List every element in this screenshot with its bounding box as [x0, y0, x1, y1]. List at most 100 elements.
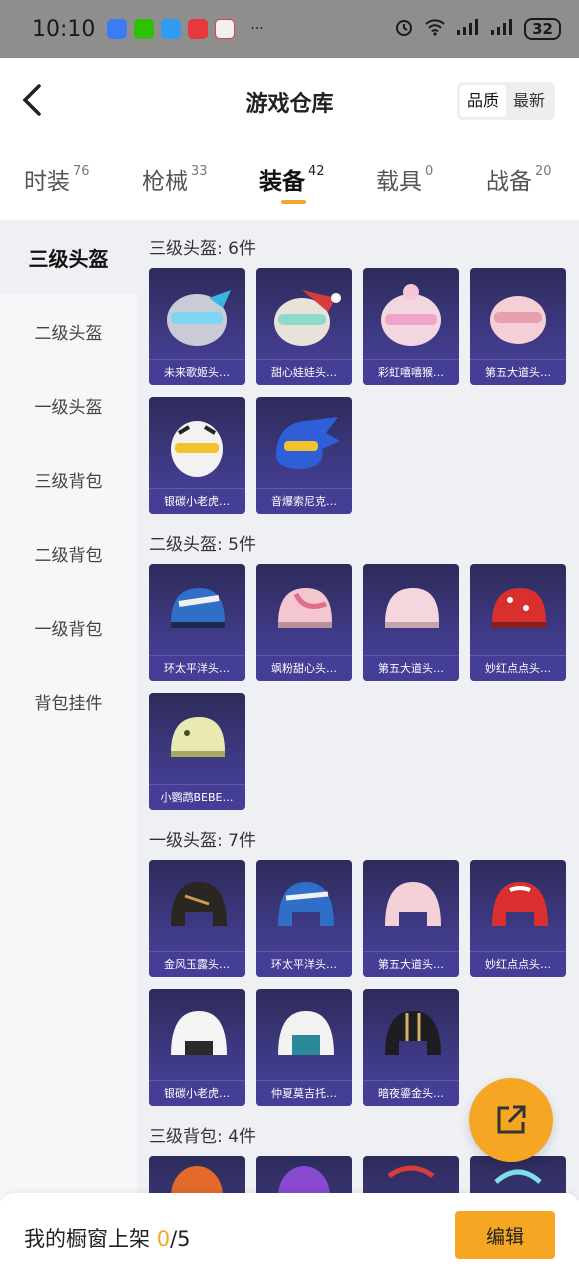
helmet-icon [278, 1011, 334, 1055]
item-card[interactable]: 暗夜鎏金头… [363, 989, 459, 1106]
item-name: 银碳小老虎… [149, 488, 245, 514]
item-name: 小鹦鹉BEBE… [149, 784, 245, 810]
item-card[interactable]: 环太平洋头… [256, 860, 352, 977]
tab-vehicles[interactable]: 载具 0 [376, 162, 433, 196]
tab-supplies[interactable]: 战备 20 [486, 162, 552, 196]
tab-label: 载具 [376, 169, 422, 195]
item-card[interactable]: 金风玉露头… [149, 860, 245, 977]
sidebar-item-backpack-charm[interactable]: 背包挂件 [0, 664, 137, 738]
item-card[interactable]: 仲夏莫吉托… [256, 989, 352, 1106]
item-card[interactable]: 音爆索尼克… [256, 397, 352, 514]
external-link-icon [497, 1105, 526, 1134]
item-card[interactable]: 彩虹嘻嘻猴… [363, 268, 459, 385]
wechat-app-icon [134, 19, 155, 39]
helmet-icon [276, 417, 340, 469]
sort-newest-option[interactable]: 最新 [506, 85, 552, 117]
section-title: 一级头盔: 7件 [149, 831, 256, 851]
sidebar-item-level1-backpack[interactable]: 一级背包 [0, 590, 137, 664]
showcase-status: 我的橱窗上架 0/5 [24, 1223, 191, 1253]
tab-equipment[interactable]: 装备 42 [259, 162, 325, 196]
tab-label: 时装 [24, 169, 70, 195]
sidebar-item-level3-backpack[interactable]: 三级背包 [0, 442, 137, 516]
item-card[interactable]: 第五大道头… [363, 860, 459, 977]
sidebar-item-level1-helmet[interactable]: 一级头盔 [0, 368, 137, 442]
system-status: 32 [394, 17, 561, 41]
item-card[interactable]: 妙红点点头… [470, 564, 566, 681]
tab-count: 42 [308, 164, 325, 179]
tab-count: 33 [191, 164, 208, 179]
helmet-icon [490, 296, 546, 344]
item-card[interactable]: 第五大道头… [470, 268, 566, 385]
item-name: 仲夏莫吉托… [256, 1080, 352, 1106]
helmet-icon [278, 882, 334, 926]
tab-weapons[interactable]: 枪械 33 [142, 162, 208, 196]
alarm-icon [394, 17, 414, 41]
status-bar: 10:10 ··· 32 [0, 0, 579, 58]
active-tab-indicator [281, 200, 306, 204]
wifi-icon [424, 18, 446, 40]
header: 游戏仓库 品质 最新 [0, 58, 579, 144]
share-button[interactable] [469, 1078, 553, 1162]
tab-label: 战备 [486, 169, 532, 195]
signal-icon [456, 18, 480, 40]
message-app-icon [161, 19, 182, 39]
item-name: 暗夜鎏金头… [363, 1080, 459, 1106]
sort-toggle: 品质 最新 [456, 82, 555, 120]
item-card[interactable]: 甜心娃娃头… [256, 268, 352, 385]
helmet-icon [492, 882, 548, 926]
item-name: 彩虹嘻嘻猴… [363, 359, 459, 385]
sidebar-item-level2-helmet[interactable]: 二级头盔 [0, 294, 137, 368]
showcase-label: 我的橱窗上架 [24, 1227, 157, 1251]
item-card[interactable]: 飒粉甜心头… [256, 564, 352, 681]
item-name: 妙红点点头… [470, 951, 566, 977]
item-name: 环太平洋头… [149, 655, 245, 681]
helmet-icon [274, 290, 341, 346]
helmet-icon [381, 284, 441, 346]
item-card[interactable]: 环太平洋头… [149, 564, 245, 681]
item-name: 甜心娃娃头… [256, 359, 352, 385]
more-notifications: ··· [250, 21, 264, 37]
tab-fashion[interactable]: 时装 76 [24, 162, 90, 196]
tab-label: 装备 [259, 169, 305, 195]
item-card[interactable]: 未来歌姬头… [149, 268, 245, 385]
item-name: 未来歌姬头… [149, 359, 245, 385]
item-card[interactable]: 小鹦鹉BEBE… [149, 693, 245, 810]
category-tabs: 时装 76 枪械 33 装备 42 载具 0 战备 20 [0, 144, 579, 220]
showcase-current-count: 0 [156, 1227, 171, 1251]
helmet-icon [492, 588, 546, 628]
battery-indicator: 32 [524, 18, 561, 40]
notification-icons: ··· [107, 19, 264, 39]
helmet-icon [171, 717, 225, 757]
sidebar-item-level2-backpack[interactable]: 二级背包 [0, 516, 137, 590]
sidebar-item-level3-helmet[interactable]: 三级头盔 [0, 220, 137, 294]
item-card[interactable]: 妙红点点头… [470, 860, 566, 977]
edit-button[interactable]: 编辑 [455, 1211, 555, 1259]
item-name: 第五大道头… [470, 359, 566, 385]
shop-app-icon [215, 19, 236, 39]
helmet-icon [171, 1011, 227, 1055]
item-card[interactable]: 银碳小老虎… [149, 397, 245, 514]
subcategory-sidebar: 三级头盔 二级头盔 一级头盔 三级背包 二级背包 一级背包 背包挂件 [0, 220, 137, 1200]
helmet-icon [385, 588, 439, 628]
helmet-icon [171, 882, 227, 926]
item-name: 环太平洋头… [256, 951, 352, 977]
section-title: 三级头盔: 6件 [149, 239, 256, 259]
showcase-total-count: /5 [170, 1227, 191, 1251]
item-card[interactable]: 第五大道头… [363, 564, 459, 681]
section-title: 三级背包: 4件 [149, 1127, 256, 1147]
item-name: 音爆索尼克… [256, 488, 352, 514]
helmet-icon [278, 588, 332, 628]
item-name: 第五大道头… [363, 951, 459, 977]
helmet-icon [385, 1011, 441, 1055]
item-name: 飒粉甜心头… [256, 655, 352, 681]
tab-count: 20 [535, 164, 552, 179]
tab-count: 0 [425, 164, 434, 179]
item-name: 银碳小老虎… [149, 1080, 245, 1106]
tab-label: 枪械 [142, 169, 188, 195]
sort-quality-option[interactable]: 品质 [459, 85, 506, 117]
section-title: 二级头盔: 5件 [149, 535, 256, 555]
item-name: 妙红点点头… [470, 655, 566, 681]
item-name: 第五大道头… [363, 655, 459, 681]
item-grid-area[interactable]: 三级头盔: 6件 未来歌姬头… 甜心娃娃头… 彩虹嘻嘻猴… 第五大道头… 银碳小… [137, 220, 579, 1200]
item-card[interactable]: 银碳小老虎… [149, 989, 245, 1106]
